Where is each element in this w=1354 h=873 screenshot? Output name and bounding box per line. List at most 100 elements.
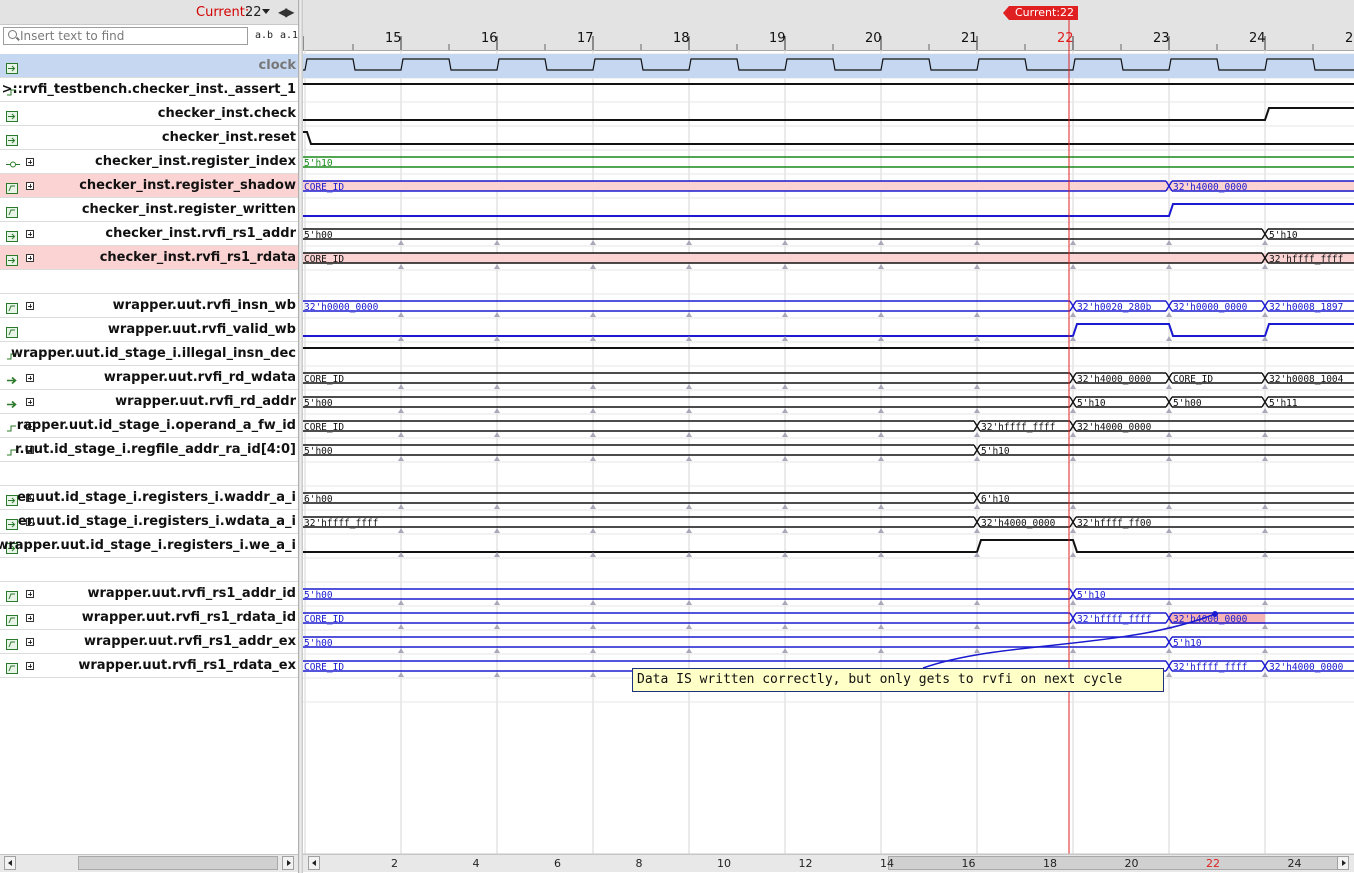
waveform-pane[interactable]: 5'h10 CORE_ID 32'h4000_0000 5'h00 5'h10 CORE_… [303,0,1354,873]
signal-row[interactable]: checker_inst.rvfi_rs1_addr [0,222,298,246]
signal-row[interactable]: r.uut.id_stage_i.regfile_addr_ra_id[4:0] [0,438,298,462]
ruler-tick-label: 24 [1249,31,1266,46]
signal-search-input[interactable]: Insert text to find [3,27,248,45]
sample-marker [686,624,692,629]
input-port-icon [6,515,18,530]
signal-row[interactable]: clock [0,54,298,78]
bus-value: 6'h10 [981,494,1010,505]
bus-value: 5'h00 [304,398,333,409]
expand-icon[interactable] [26,374,34,382]
bus-value: 32'h4000_0000 [1173,182,1248,193]
expand-icon[interactable] [26,230,34,238]
expand-icon[interactable] [26,638,34,646]
sample-marker [1070,528,1076,533]
signal-row[interactable]: wrapper.uut.id_stage_i.registers_i.we_a_… [0,534,298,558]
signal-row[interactable]: checker_inst.rvfi_rs1_rdata [0,246,298,270]
sample-marker [878,432,884,437]
sample-marker [878,456,884,461]
timeline-scrollbar[interactable]: 2 4 6 8 10 12 14 16 18 20 22 24 [303,854,1354,872]
sample-marker [782,432,788,437]
expand-icon[interactable] [26,590,34,598]
signal-name: checker_inst.register_written [81,202,296,217]
sample-marker [1070,504,1076,509]
current-value[interactable]: 22 [245,5,262,20]
sample-marker [878,600,884,605]
bus-wave [303,156,1354,168]
sample-marker [1070,624,1076,629]
signal-row[interactable]: er.uut.id_stage_i.registers_i.waddr_a_i [0,486,298,510]
sample-marker [494,648,500,653]
signal-row[interactable]: >::rvfi_testbench.checker_inst._assert_1 [0,78,298,102]
signal-row[interactable]: wrapper.uut.rvfi_rs1_rdata_ex [0,654,298,678]
scroll-position-label: 12 [798,857,813,870]
sample-marker [398,240,404,245]
scroll-position-label: 4 [472,857,480,870]
sample-marker [590,648,596,653]
ruler-tick-label: 23 [1153,31,1170,46]
sample-marker [1070,456,1076,461]
scroll-left-icon[interactable] [4,856,16,870]
input-port-icon [6,107,18,122]
signal-name: wrapper.uut.id_stage_i.illegal_insn_dec [10,346,296,361]
expand-icon[interactable] [26,614,34,622]
waveform-canvas[interactable]: 5'h10 CORE_ID 32'h4000_0000 5'h00 5'h10 CORE_… [303,0,1354,873]
current-dropdown-icon[interactable] [262,9,270,14]
bus-wave [303,612,1070,624]
signal-row[interactable]: checker_inst.check [0,102,298,126]
goto-cursor-icon[interactable]: ◀▶ [278,5,295,19]
scroll-position-label: 16 [961,857,976,870]
sample-marker [1166,504,1172,509]
sample-marker [878,384,884,389]
signal-row[interactable]: checker_inst.register_written [0,198,298,222]
bus-value: 5'h10 [1269,230,1298,241]
regex-button[interactable]: a.1 [280,30,298,41]
signal-row[interactable]: wrapper.uut.rvfi_rs1_addr_id [0,582,298,606]
signal-row[interactable]: rapper.uut.id_stage_i.operand_a_fw_id [0,414,298,438]
sample-marker [398,672,404,677]
bus-value: 5'h00 [1173,398,1202,409]
sample-marker [1166,672,1172,677]
expand-icon[interactable] [26,662,34,670]
signal-row[interactable]: checker_inst.register_shadow [0,174,298,198]
input-port-icon [6,59,18,74]
expand-icon[interactable] [26,398,34,406]
sample-marker [398,432,404,437]
signal-row[interactable]: wrapper.uut.rvfi_insn_wb [0,294,298,318]
output-port-icon [6,371,18,385]
scroll-right-icon[interactable] [1337,856,1349,870]
sample-marker [1166,312,1172,317]
sample-marker [782,504,788,509]
signal-row[interactable]: wrapper.uut.rvfi_rs1_rdata_id [0,606,298,630]
sample-marker [1166,336,1172,341]
timeline-scroll-thumb[interactable] [888,856,1338,870]
sample-marker [590,528,596,533]
signal-row[interactable]: wrapper.uut.rvfi_rs1_addr_ex [0,630,298,654]
sample-marker [686,264,692,269]
signal-row[interactable]: wrapper.uut.id_stage_i.illegal_insn_dec [0,342,298,366]
scroll-left-icon[interactable] [308,856,320,870]
expand-icon[interactable] [26,182,34,190]
bus-value: 5'h10 [1077,398,1106,409]
name-pane-scrollbar[interactable] [0,854,298,872]
cursor-marker[interactable]: Current:22 [1002,6,1079,20]
scroll-right-icon[interactable] [282,856,294,870]
signal-row[interactable]: wrapper.uut.rvfi_rd_addr [0,390,298,414]
sample-marker [974,528,980,533]
bus-value: 32'h0008_1897 [1269,302,1343,313]
expand-icon[interactable] [26,158,34,166]
signal-row[interactable]: wrapper.uut.rvfi_rd_wdata [0,366,298,390]
sample-marker [974,624,980,629]
input-port-icon [6,251,18,266]
expand-icon[interactable] [26,254,34,262]
scroll-thumb[interactable] [78,856,278,870]
expand-icon[interactable] [26,302,34,310]
ruler-tick-label: 15 [385,31,402,46]
signal-row[interactable]: wrapper.uut.rvfi_valid_wb [0,318,298,342]
annotation-note[interactable]: Data IS written correctly, but only gets… [632,668,1164,692]
signal-row[interactable]: er.uut.id_stage_i.registers_i.wdata_a_i [0,510,298,534]
signal-row[interactable]: checker_inst.register_index [0,150,298,174]
match-case-button[interactable]: a.b [255,30,273,41]
bus-value: CORE_ID [304,182,344,193]
scroll-position-label: 8 [635,857,643,870]
signal-row[interactable]: checker_inst.reset [0,126,298,150]
